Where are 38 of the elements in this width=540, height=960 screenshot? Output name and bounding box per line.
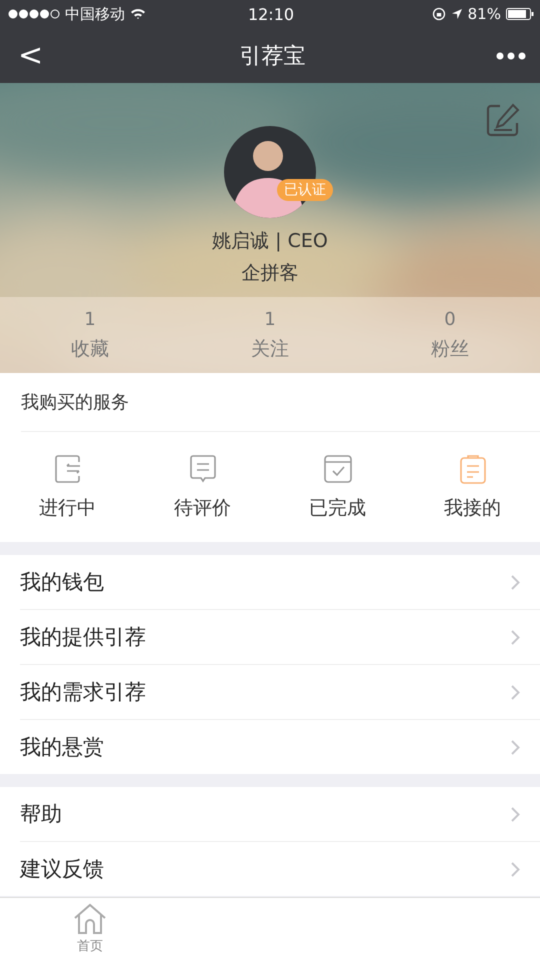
- verified-badge: 已认证: [277, 179, 333, 201]
- chevron-icon: [511, 740, 520, 754]
- location-arrow-icon: [450, 8, 463, 20]
- status-time: 12:10: [248, 4, 294, 24]
- chevron-icon: [511, 806, 520, 822]
- carrier-name: 中国移动: [65, 4, 125, 24]
- section-title: 我购买的服务: [21, 373, 540, 432]
- menu-item[interactable]: 我的提供引荐: [20, 610, 540, 665]
- stat-label: 粉丝: [431, 336, 469, 362]
- service-item[interactable]: 我接的: [405, 432, 540, 542]
- service-item[interactable]: 已完成: [270, 432, 405, 542]
- stat-count: 1: [84, 308, 96, 330]
- menu-item[interactable]: 帮助: [20, 787, 540, 842]
- menu-item[interactable]: 建议反馈: [20, 842, 540, 896]
- menu-item[interactable]: 我的需求引荐: [20, 665, 540, 720]
- menu-item[interactable]: 我的钱包: [20, 555, 540, 610]
- page-title: 引荐宝: [240, 42, 306, 70]
- user-name: 姚启诚 | CEO: [212, 229, 328, 254]
- battery-percent: 81%: [468, 5, 501, 23]
- stat-count: 0: [444, 308, 456, 330]
- home-icon: [73, 903, 107, 935]
- service-item[interactable]: 进行中: [0, 432, 135, 542]
- stat-label: 关注: [251, 336, 289, 362]
- battery-icon: [506, 8, 534, 20]
- signal-icon: [8, 9, 60, 19]
- company-name: 企拼客: [242, 261, 298, 286]
- chevron-icon: [511, 862, 520, 876]
- stat-label: 收藏: [71, 336, 109, 362]
- chevron-icon: [511, 684, 520, 700]
- chevron-icon: [511, 630, 520, 644]
- back-button[interactable]: <: [12, 38, 50, 73]
- stat-count: 1: [264, 308, 276, 330]
- rotation-lock-icon: [432, 7, 446, 21]
- service-item[interactable]: 待评价: [135, 432, 270, 542]
- chevron-icon: [511, 574, 520, 590]
- more-icon[interactable]: [496, 52, 526, 60]
- wifi-icon: [130, 8, 146, 20]
- menu-item[interactable]: 我的悬赏: [20, 720, 540, 774]
